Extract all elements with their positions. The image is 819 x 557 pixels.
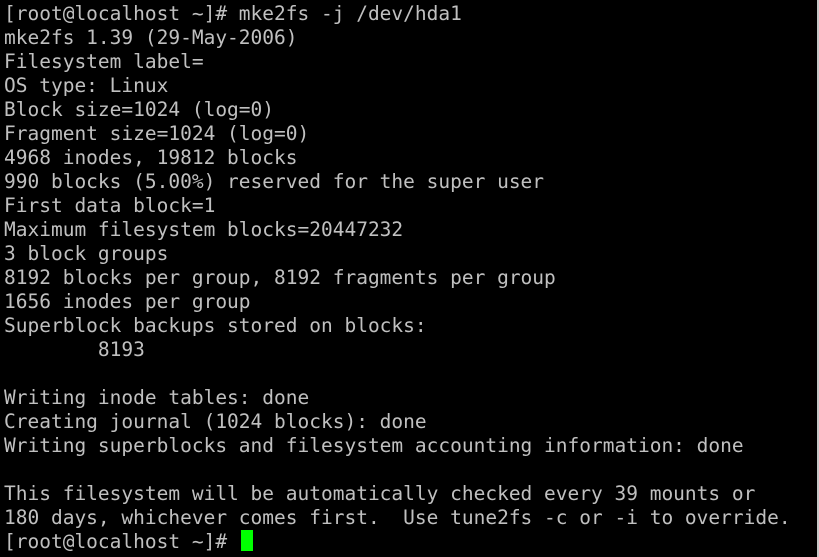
text-cursor <box>240 530 253 551</box>
terminal-line: Writing inode tables: done <box>4 386 310 409</box>
terminal-line: 8193 <box>4 338 145 361</box>
terminal-line: Fragment size=1024 (log=0) <box>4 122 310 145</box>
terminal-line: [root@localhost ~]# mke2fs -j /dev/hda1 <box>4 2 462 25</box>
terminal-line: OS type: Linux <box>4 74 169 97</box>
terminal-line: This filesystem will be automatically ch… <box>4 482 756 505</box>
terminal-line: Writing superblocks and filesystem accou… <box>4 434 744 457</box>
terminal-line: 990 blocks (5.00%) reserved for the supe… <box>4 170 545 193</box>
terminal-line: 3 block groups <box>4 242 169 265</box>
terminal-line: 8192 blocks per group, 8192 fragments pe… <box>4 266 556 289</box>
terminal-line: mke2fs 1.39 (29-May-2006) <box>4 26 298 49</box>
terminal-line: Maximum filesystem blocks=20447232 <box>4 218 404 241</box>
terminal-window[interactable]: [root@localhost ~]# mke2fs -j /dev/hda1 … <box>0 0 819 557</box>
terminal-line: Filesystem label= <box>4 50 204 73</box>
terminal-line: 180 days, whichever comes first. Use tun… <box>4 506 791 529</box>
terminal-line: Block size=1024 (log=0) <box>4 98 275 121</box>
terminal-line: 1656 inodes per group <box>4 290 251 313</box>
terminal-line: First data block=1 <box>4 194 216 217</box>
terminal-line: 4968 inodes, 19812 blocks <box>4 146 298 169</box>
command-prompt-line[interactable]: [root@localhost ~]# <box>4 530 819 554</box>
shell-prompt: [root@localhost ~]# <box>4 530 239 553</box>
terminal-line: Superblock backups stored on blocks: <box>4 314 427 337</box>
terminal-line: Creating journal (1024 blocks): done <box>4 410 427 433</box>
